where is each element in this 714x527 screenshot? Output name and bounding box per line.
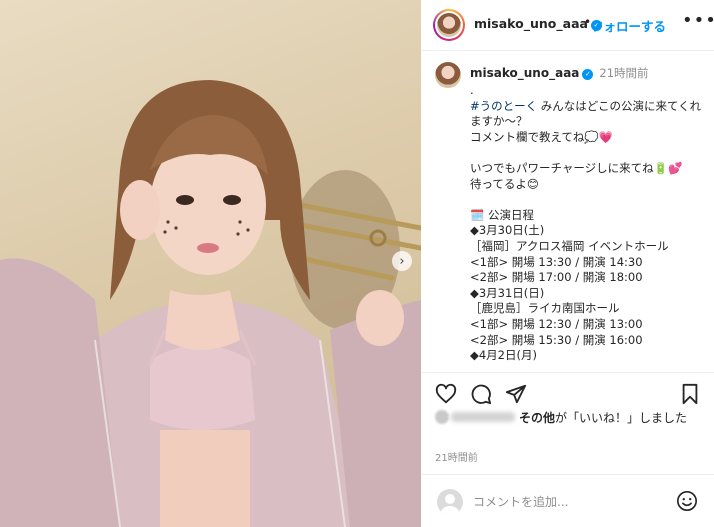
caption-line: #うのとーく みんなはどこの公演に来てくれますか〜？ xyxy=(470,99,706,130)
more-options-icon[interactable]: ••• xyxy=(682,10,714,31)
photo-illustration xyxy=(0,80,421,527)
caption-avatar-ring[interactable] xyxy=(435,62,461,88)
action-bar xyxy=(421,372,714,412)
schedule-venue: ［鹿児島］ライカ南国ホール xyxy=(470,301,620,316)
schedule-date: ◆3月31日(日) xyxy=(470,285,545,300)
post-header: misako_uno_aaa ✓ • フォローする ••• xyxy=(421,0,714,51)
avatar[interactable] xyxy=(437,13,461,37)
schedule-date: ◆4月2日(月) xyxy=(470,348,537,363)
liker-name[interactable] xyxy=(451,412,515,422)
schedule-venue: ［福岡］アクロス福岡 イベントホール xyxy=(470,238,669,253)
schedule-part: <2部> 開場 15:30 / 開演 16:00 xyxy=(470,332,643,347)
caption-line: いつでもパワーチャージしに来てね🔋💕 xyxy=(470,160,683,175)
caption-username[interactable]: misako_uno_aaa xyxy=(470,66,579,80)
likes-summary: その他が「いいね！」しました xyxy=(435,410,705,427)
emoji-icon[interactable] xyxy=(676,490,698,512)
verified-icon: ✓ xyxy=(582,69,594,80)
caption-time[interactable]: 21時間前 xyxy=(599,66,648,80)
schedule-part: <1部> 開場 12:30 / 開演 13:00 xyxy=(470,316,643,331)
header-username[interactable]: misako_uno_aaa ✓ xyxy=(474,16,602,31)
post-side-panel: misako_uno_aaa ✓ • フォローする ••• misako_uno_… xyxy=(421,0,714,527)
share-icon[interactable] xyxy=(505,383,527,405)
comment-icon[interactable] xyxy=(470,383,492,405)
caption-line: コメント欄で教えてね💭💗 xyxy=(470,129,614,144)
post-photo[interactable]: › xyxy=(0,0,421,527)
heart-icon[interactable] xyxy=(435,383,457,405)
schedule-title: 🗓️ 公演日程 xyxy=(470,207,534,222)
schedule-part: <2部> 開場 17:00 / 開演 18:00 xyxy=(470,270,643,285)
story-ring[interactable] xyxy=(433,9,465,41)
schedule-date: ◆3月30日(土) xyxy=(470,223,545,238)
liker-avatar[interactable] xyxy=(435,410,449,424)
caption-header: misako_uno_aaa ✓ 21時間前 xyxy=(470,65,649,81)
schedule-part: <1部> 開場 13:30 / 開演 14:30 xyxy=(470,254,643,269)
likes-others-link[interactable]: その他 xyxy=(519,411,555,425)
caption-line: . xyxy=(470,83,474,97)
viewer-avatar xyxy=(437,489,463,515)
caption-area: misako_uno_aaa ✓ 21時間前 . #うのとーく みんなはどこの公演に来… xyxy=(421,52,714,372)
caption-line: 待ってるよ😊 xyxy=(470,176,539,191)
comment-box xyxy=(421,474,714,527)
likes-suffix: が「いいね！」しました xyxy=(555,411,688,425)
post-timestamp[interactable]: 21時間前 xyxy=(435,449,478,464)
comment-input[interactable] xyxy=(473,491,663,513)
header-username-text[interactable]: misako_uno_aaa xyxy=(474,16,588,31)
caption-avatar[interactable] xyxy=(435,62,461,88)
bookmark-icon[interactable] xyxy=(679,383,701,405)
caption-text: . #うのとーく みんなはどこの公演に来てくれますか〜？ コメント欄で教えてね💭💗 い… xyxy=(470,83,706,364)
carousel-next-button[interactable]: › xyxy=(392,251,412,271)
follow-button[interactable]: フォローする xyxy=(591,16,666,35)
hashtag-link[interactable]: #うのとーく xyxy=(470,99,537,113)
